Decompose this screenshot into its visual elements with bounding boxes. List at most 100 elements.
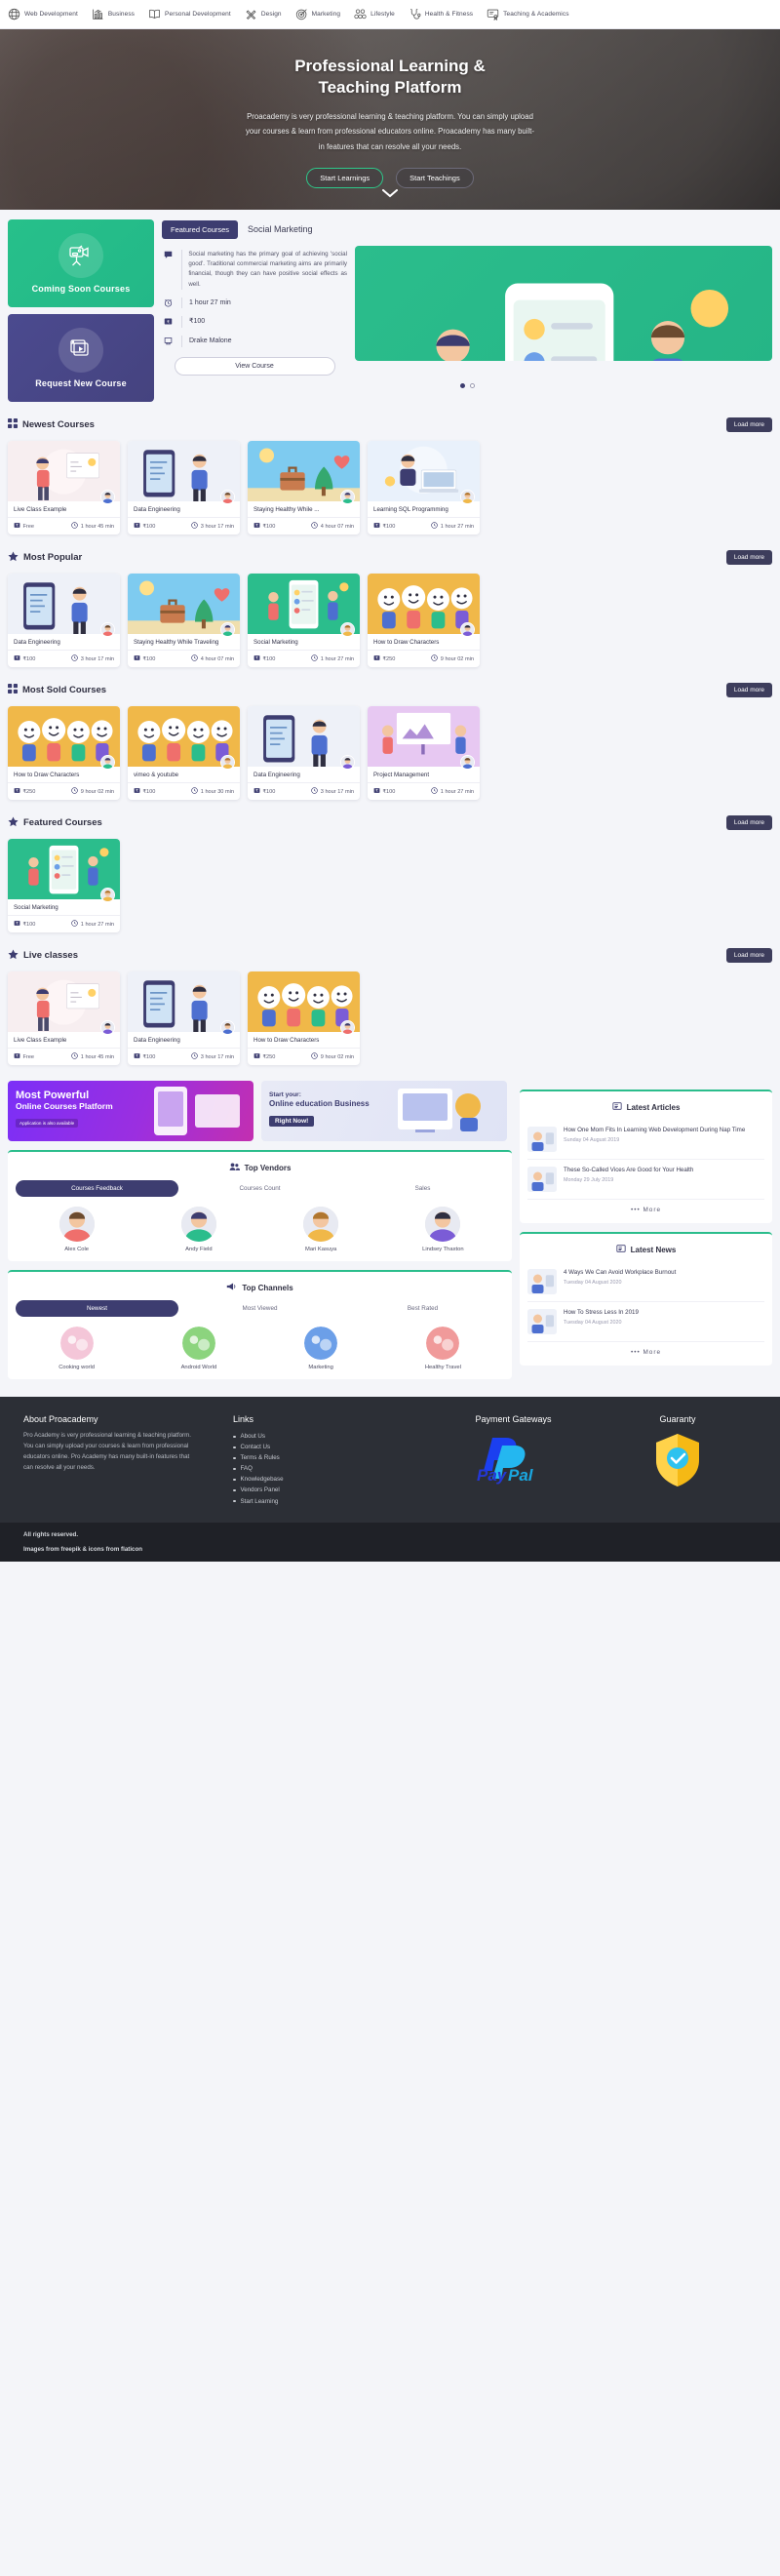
course-card[interactable]: Data Engineering ₹ ₹100 3 hour 17 min xyxy=(248,706,360,801)
course-card[interactable]: Data Engineering ₹ ₹100 3 hour 17 min xyxy=(128,971,240,1066)
grid-icon xyxy=(8,418,18,431)
vendor-item[interactable]: Lindsey Thaxton xyxy=(382,1207,504,1252)
category-web-development[interactable]: Web Development xyxy=(8,8,78,20)
vendor-item[interactable]: Andy Field xyxy=(137,1207,259,1252)
course-card[interactable]: How to Draw Characters ₹ ₹250 9 hour 02 m… xyxy=(248,971,360,1066)
credits-text: Images from freepik & icons from flatico… xyxy=(23,1545,143,1553)
vendor-avatar xyxy=(58,1207,95,1243)
vendor-item[interactable]: Alex Cole xyxy=(16,1207,137,1252)
channels-tab-newest[interactable]: Newest xyxy=(16,1300,178,1318)
course-duration: 1 hour 27 min xyxy=(311,654,354,663)
course-card[interactable]: Staying Healthy While ... ₹ ₹100 4 hour 0… xyxy=(248,441,360,535)
price-icon: ₹ xyxy=(254,522,260,531)
chevron-down-icon[interactable] xyxy=(382,185,398,203)
banner-cta[interactable]: Right Now! xyxy=(269,1115,315,1127)
svg-text:Pal: Pal xyxy=(508,1466,534,1485)
load-more-button[interactable]: Load more xyxy=(725,417,772,432)
course-name: Live Class Example xyxy=(14,1037,67,1045)
footer-link[interactable]: Terms & Rules xyxy=(233,1452,428,1463)
article-title: How One Mom Fits In Learning Web Develop… xyxy=(564,1127,746,1134)
promo-request-new-course[interactable]: Request New Course xyxy=(8,314,154,402)
category-teaching-academics[interactable]: Teaching & Academics xyxy=(487,8,568,20)
footer-link[interactable]: FAQ xyxy=(233,1463,428,1474)
category-personal-development[interactable]: Personal Development xyxy=(148,8,231,20)
clock-icon xyxy=(431,654,439,663)
load-more-button[interactable]: Load more xyxy=(725,948,772,964)
vendors-tab-courses-count[interactable]: Courses Count xyxy=(178,1180,341,1197)
vendors-tab-sales[interactable]: Sales xyxy=(341,1180,504,1197)
footer-link[interactable]: Knowledgebase xyxy=(233,1474,428,1485)
paypal-logo: Pay Pal xyxy=(428,1434,599,1489)
footer-link[interactable]: Vendors Panel xyxy=(233,1485,428,1495)
category-business[interactable]: Business xyxy=(92,8,135,20)
course-card[interactable]: vimeo & youtube ₹ ₹100 1 hour 30 min xyxy=(128,706,240,801)
footer-link[interactable]: About Us xyxy=(233,1431,428,1442)
section-title: Featured Courses xyxy=(8,816,102,830)
channel-item[interactable]: Android World xyxy=(137,1327,259,1370)
course-card[interactable]: How to Draw Characters ₹ ₹250 9 hour 02 m… xyxy=(8,706,120,801)
category-design[interactable]: Design xyxy=(245,8,282,20)
channels-tab-best-rated[interactable]: Best Rated xyxy=(341,1300,504,1317)
channels-tab-most-viewed[interactable]: Most Viewed xyxy=(178,1300,341,1317)
clock-icon xyxy=(162,297,175,307)
article-item[interactable]: How One Mom Fits In Learning Web Develop… xyxy=(527,1120,764,1161)
start-learnings-button[interactable]: Start Learnings xyxy=(306,168,384,189)
load-more-button[interactable]: Load more xyxy=(725,550,772,566)
article-item[interactable]: These So-Called Vices Are Good for Your … xyxy=(527,1160,764,1201)
course-duration: 1 hour 27 min xyxy=(71,920,114,929)
channel-item[interactable]: Cooking world xyxy=(16,1327,137,1370)
vendor-name: Lindsey Thaxton xyxy=(422,1247,464,1253)
course-price: ₹ ₹100 xyxy=(373,522,395,531)
load-more-button[interactable]: Load more xyxy=(725,683,772,698)
carousel-dot-1[interactable] xyxy=(459,382,465,388)
instructor-avatar xyxy=(340,755,355,771)
featured-instructor: Drake Malone xyxy=(189,337,232,345)
banner-most-powerful[interactable]: Most Powerful Online Courses Platform Ap… xyxy=(8,1081,254,1142)
start-teachings-button[interactable]: Start Teachings xyxy=(396,168,474,189)
category-marketing[interactable]: Marketing xyxy=(295,8,340,20)
course-card[interactable]: Data Engineering ₹ ₹100 3 hour 17 min xyxy=(128,441,240,535)
section-newest-courses: Newest Courses Load more Live Class Exam… xyxy=(8,417,772,535)
price-icon: ₹ xyxy=(14,654,20,663)
vendor-item[interactable]: Mari Kasuya xyxy=(260,1207,382,1252)
course-card[interactable]: Live Class Example ₹ Free 1 hour 45 min xyxy=(8,971,120,1066)
course-card[interactable]: Project Management ₹ ₹100 1 hour 27 min xyxy=(368,706,480,801)
promo-coming-soon-courses[interactable]: Coming Soon Courses xyxy=(8,219,154,307)
course-footer: ₹ ₹100 3 hour 17 min xyxy=(128,1048,240,1065)
channel-item[interactable]: Healthy Travel xyxy=(382,1327,504,1370)
footer-about-title: About Proacademy xyxy=(23,1414,98,1425)
news-item[interactable]: How To Stress Less In 2019 Tuesday 04 Au… xyxy=(527,1302,764,1343)
course-card[interactable]: Learning SQL Programming ₹ ₹100 1 hour 27… xyxy=(368,441,480,535)
channel-name: Android World xyxy=(180,1365,217,1371)
news-title: How To Stress Less In 2019 xyxy=(564,1309,639,1317)
category-health-fitness[interactable]: Health & Fitness xyxy=(409,8,473,20)
carousel-dot-2[interactable] xyxy=(469,382,475,388)
course-card[interactable]: Social Marketing ₹ ₹100 1 hour 27 min xyxy=(248,574,360,668)
tab-featured-courses[interactable]: Featured Courses xyxy=(162,219,239,239)
latest-news-list: 4 Ways We Can Avoid Workplace Burnout Tu… xyxy=(527,1262,764,1343)
footer-link[interactable]: Contact Us xyxy=(233,1442,428,1452)
articles-more-button[interactable]: ••• More xyxy=(527,1200,764,1214)
course-card[interactable]: How to Draw Characters ₹ ₹250 9 hour 02 m… xyxy=(368,574,480,668)
load-more-button[interactable]: Load more xyxy=(725,815,772,831)
course-name: Social Marketing xyxy=(14,904,58,912)
promo-banners: Most Powerful Online Courses Platform Ap… xyxy=(8,1081,512,1142)
featured-course-card: Featured Courses Social Marketing Social… xyxy=(162,219,772,402)
view-course-button[interactable]: View Course xyxy=(174,356,335,376)
clock-icon xyxy=(71,787,79,796)
instructor-avatar xyxy=(220,490,235,504)
course-card[interactable]: Social Marketing ₹ ₹100 1 hour 27 min xyxy=(8,839,120,933)
course-card[interactable]: Live Class Example ₹ Free 1 hour 45 min xyxy=(8,441,120,535)
category-lifestyle[interactable]: Lifestyle xyxy=(354,8,395,20)
course-card[interactable]: Staying Healthy While Traveling ₹ ₹100 4 … xyxy=(128,574,240,668)
category-label: Teaching & Academics xyxy=(503,11,569,18)
channel-item[interactable]: Marketing xyxy=(260,1327,382,1370)
news-item[interactable]: 4 Ways We Can Avoid Workplace Burnout Tu… xyxy=(527,1262,764,1303)
course-card[interactable]: Data Engineering ₹ ₹100 3 hour 17 min xyxy=(8,574,120,668)
vendors-tab-courses-feedback[interactable]: Courses Feedback xyxy=(16,1180,178,1198)
footer-link[interactable]: Start Learning xyxy=(233,1496,428,1507)
news-more-button[interactable]: ••• More xyxy=(527,1342,764,1357)
banner-start-business[interactable]: Start your: Online education Business Ri… xyxy=(261,1081,507,1142)
section-title-text: Newest Courses xyxy=(22,419,95,430)
course-price: ₹ ₹100 xyxy=(134,654,155,663)
